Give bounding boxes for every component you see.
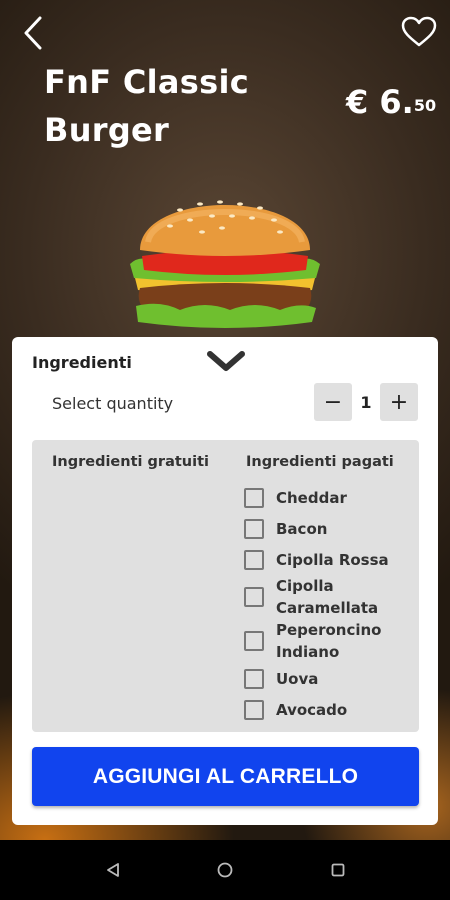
paid-ingredient-peperoncino-indiano[interactable]: Peperoncino Indiano bbox=[244, 619, 396, 663]
price-cents: 50 bbox=[413, 96, 437, 115]
nav-recents-button[interactable] bbox=[326, 858, 350, 882]
ingredient-label: Peperoncino Indiano bbox=[276, 621, 382, 661]
nav-back-button[interactable] bbox=[101, 858, 125, 882]
checkbox[interactable] bbox=[244, 550, 264, 570]
ingredient-label: Cheddar bbox=[276, 489, 347, 507]
ingredient-label: Avocado bbox=[276, 701, 348, 719]
quantity-value: 1 bbox=[360, 392, 372, 412]
favorite-button[interactable] bbox=[400, 14, 438, 50]
paid-ingredient-avocado[interactable]: Avocado bbox=[244, 699, 396, 721]
burger-image bbox=[130, 200, 320, 328]
product-title: FnF Classic Burger bbox=[44, 63, 250, 149]
system-navigation-bar bbox=[0, 840, 450, 900]
free-ingredients-title: Ingredienti gratuiti bbox=[52, 454, 209, 470]
increase-button[interactable]: + bbox=[380, 383, 418, 421]
product-price: € 6.50 bbox=[346, 80, 436, 124]
checkbox[interactable] bbox=[244, 519, 264, 539]
sheet-title: Ingredienti bbox=[32, 353, 132, 372]
ingredient-label: Bacon bbox=[276, 520, 328, 538]
nav-back-icon bbox=[107, 863, 119, 877]
checkbox[interactable] bbox=[244, 631, 264, 651]
ingredients-sheet: Ingredienti Select quantity − 1 + Ingred… bbox=[12, 337, 438, 825]
nav-home-button[interactable] bbox=[213, 858, 237, 882]
quantity-stepper: − 1 + bbox=[314, 383, 418, 421]
chevron-down-icon bbox=[207, 351, 245, 371]
paid-ingredient-bacon[interactable]: Bacon bbox=[244, 518, 396, 540]
quantity-label: Select quantity bbox=[52, 394, 174, 413]
nav-home-icon bbox=[217, 862, 233, 878]
heart-icon bbox=[401, 16, 437, 47]
checkbox[interactable] bbox=[244, 700, 264, 720]
checkbox[interactable] bbox=[244, 669, 264, 689]
add-to-cart-button[interactable]: AGGIUNGI AL CARRELLO bbox=[32, 747, 419, 806]
decrease-button[interactable]: − bbox=[314, 383, 352, 421]
paid-ingredient-uova[interactable]: Uova bbox=[244, 668, 396, 690]
ingredient-label: Cipolla Rossa bbox=[276, 551, 389, 569]
ingredient-label: Uova bbox=[276, 670, 319, 688]
checkbox[interactable] bbox=[244, 587, 264, 607]
paid-ingredient-cipolla-caramellata[interactable]: Cipolla Caramellata bbox=[244, 575, 396, 619]
price-main: € 6. bbox=[346, 83, 414, 121]
nav-recents-icon bbox=[331, 863, 345, 877]
collapse-button[interactable] bbox=[204, 347, 248, 375]
checkbox[interactable] bbox=[244, 488, 264, 508]
back-button[interactable] bbox=[18, 16, 48, 50]
ingredient-label: Cipolla Caramellata bbox=[276, 577, 379, 617]
paid-ingredient-cheddar[interactable]: Cheddar bbox=[244, 487, 396, 509]
paid-ingredient-cipolla-rossa[interactable]: Cipolla Rossa bbox=[244, 549, 396, 571]
back-arrow-icon bbox=[24, 16, 42, 50]
ingredients-panel: Ingredienti gratuiti Ingredienti pagati … bbox=[32, 440, 419, 732]
paid-ingredients-title: Ingredienti pagati bbox=[246, 454, 394, 470]
